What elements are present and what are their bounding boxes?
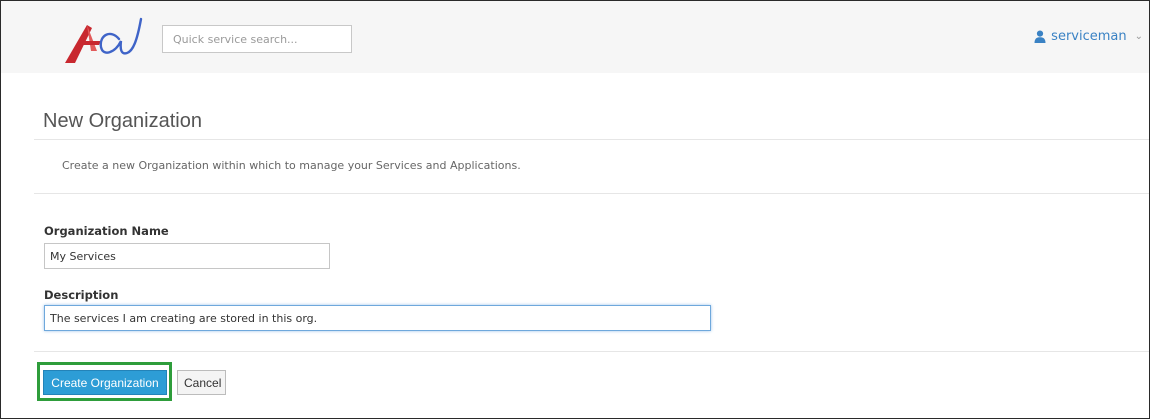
- user-name: serviceman: [1051, 28, 1127, 44]
- cancel-button[interactable]: Cancel: [177, 370, 226, 395]
- form-divider: [34, 351, 1149, 352]
- user-menu[interactable]: serviceman ⌄: [1034, 27, 1143, 45]
- user-icon: [1034, 30, 1046, 43]
- page-subtitle: Create a new Organization within which t…: [62, 159, 521, 172]
- page-title: New Organization: [43, 110, 202, 132]
- quick-service-search-input[interactable]: [162, 25, 352, 53]
- brand-logo[interactable]: [61, 11, 153, 67]
- top-bar: serviceman ⌄: [1, 1, 1149, 73]
- subtitle-divider: [34, 193, 1149, 194]
- title-divider: [34, 139, 1149, 140]
- organization-name-input[interactable]: [44, 243, 330, 269]
- organization-name-label: Organization Name: [44, 224, 169, 238]
- description-label: Description: [44, 288, 119, 302]
- description-input[interactable]: [44, 305, 711, 331]
- create-organization-button[interactable]: Create Organization: [43, 370, 167, 395]
- chevron-down-icon: ⌄: [1134, 30, 1143, 42]
